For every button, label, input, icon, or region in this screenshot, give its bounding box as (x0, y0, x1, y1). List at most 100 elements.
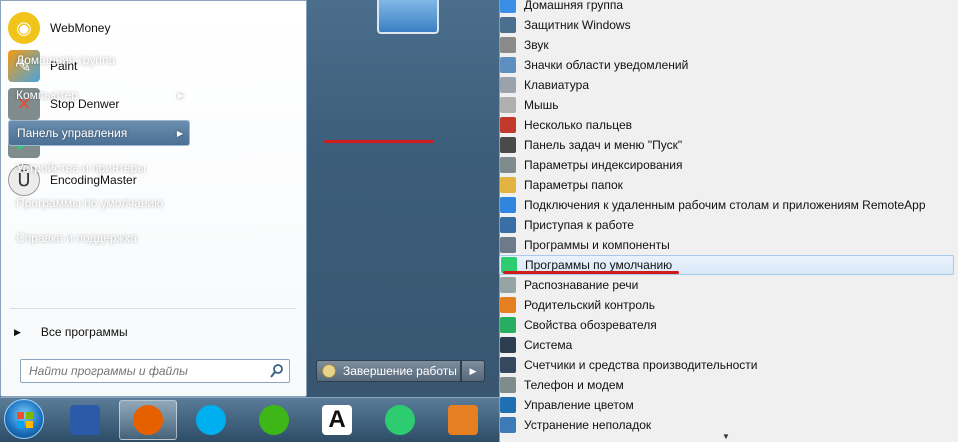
search-icon[interactable] (269, 363, 285, 379)
program-webmoney[interactable]: ◉ WebMoney (8, 10, 298, 46)
control-panel-item-icon (500, 177, 516, 193)
taskbar-button[interactable] (371, 400, 429, 440)
skype-icon (196, 405, 226, 435)
control-panel-item-icon (500, 377, 516, 393)
control-panel-item[interactable]: Система (499, 335, 954, 355)
place-label: Справка и поддержка (16, 231, 137, 245)
place-control-panel[interactable]: Панель управления ▶ (8, 120, 190, 146)
control-panel-item[interactable]: Свойства обозревателя (499, 315, 954, 335)
submenu-arrow-icon: ▶ (176, 128, 183, 138)
control-panel-item-label: Подключения к удаленным рабочим столам и… (524, 198, 926, 212)
control-panel-item-icon (500, 157, 516, 173)
control-panel-item-label: Значки области уведомлений (524, 58, 689, 72)
place-homegroup[interactable]: Домашняя группа (8, 47, 190, 73)
control-panel-item[interactable]: Параметры папок (499, 175, 954, 195)
program-label: WebMoney (50, 21, 111, 35)
shutdown-options-button[interactable]: ▶ (461, 360, 485, 382)
control-panel-item[interactable]: Звук (499, 35, 954, 55)
control-panel-item-label: Клавиатура (524, 78, 589, 92)
control-panel-item-icon (500, 97, 516, 113)
taskbar-button[interactable] (119, 400, 177, 440)
place-label: Устройства и принтеры (16, 161, 146, 175)
control-panel-item[interactable]: Приступая к работе (499, 215, 954, 235)
place-label: Программы по умолчанию (16, 196, 164, 210)
control-panel-item-icon (500, 197, 516, 213)
shield-icon (322, 364, 336, 378)
place-default-programs[interactable]: Программы по умолчанию (8, 190, 190, 216)
search-input[interactable] (20, 359, 290, 383)
icq-icon (259, 405, 289, 435)
control-panel-item-icon (500, 217, 516, 233)
control-panel-item-icon (500, 417, 516, 433)
control-panel-item-label: Параметры папок (524, 178, 623, 192)
control-panel-item-label: Параметры индексирования (524, 158, 683, 172)
windows-logo-icon (17, 412, 33, 428)
control-panel-item[interactable]: Программы и компоненты (499, 235, 954, 255)
control-panel-item[interactable]: Телефон и модем (499, 375, 954, 395)
place-label: Панель управления (17, 126, 128, 140)
taskbar-button[interactable]: A (308, 400, 366, 440)
control-panel-item[interactable]: Несколько пальцев (499, 115, 954, 135)
control-panel-item-icon (500, 277, 516, 293)
shutdown-label: Завершение работы (343, 364, 457, 378)
taskbar-button[interactable] (56, 400, 114, 440)
control-panel-item-label: Защитник Windows (524, 18, 631, 32)
control-panel-item[interactable]: Защитник Windows (499, 15, 954, 35)
taskbar-button[interactable] (434, 400, 492, 440)
start-button[interactable] (4, 399, 44, 439)
place-label: Компьютер (16, 88, 79, 102)
remote-desktop-icon (448, 405, 478, 435)
control-panel-item-icon (500, 337, 516, 353)
control-panel-item[interactable]: Панель задач и меню "Пуск" (499, 135, 954, 155)
save-disk-icon (70, 405, 100, 435)
control-panel-item-label: Управление цветом (524, 398, 634, 412)
control-panel-item-icon (500, 297, 516, 313)
place-computer[interactable]: Компьютер ▶ (8, 82, 190, 108)
submenu-arrow-icon: ▶ (177, 90, 184, 100)
font-a-icon: A (322, 405, 352, 435)
control-panel-item-icon (500, 77, 516, 93)
control-panel-item[interactable]: Счетчики и средства производительности (499, 355, 954, 375)
place-devices-printers[interactable]: Устройства и принтеры (8, 155, 190, 181)
webmoney-icon: ◉ (8, 12, 40, 44)
start-menu-places-panel (307, 0, 499, 397)
shutdown-button[interactable]: Завершение работы (316, 360, 461, 382)
control-panel-item-label: Распознавание речи (524, 278, 639, 292)
all-programs-button[interactable]: ▶ Все программы (14, 320, 294, 344)
green-app-icon (385, 405, 415, 435)
scroll-down-icon[interactable]: ▼ (722, 432, 730, 441)
control-panel-item-label: Домашняя группа (524, 0, 624, 12)
triangle-right-icon: ▶ (14, 326, 21, 337)
control-panel-item[interactable]: Управление цветом (499, 395, 954, 415)
triangle-right-icon: ▶ (469, 365, 477, 376)
red-underline-annotation (503, 271, 679, 274)
control-panel-item-label: Телефон и модем (524, 378, 624, 392)
control-panel-item-label: Счетчики и средства производительности (524, 358, 758, 372)
control-panel-item-label: Звук (524, 38, 549, 52)
control-panel-item-label: Несколько пальцев (524, 118, 632, 132)
control-panel-item[interactable]: Мышь (499, 95, 954, 115)
control-panel-item[interactable]: Распознавание речи (499, 275, 954, 295)
place-help-support[interactable]: Справка и поддержка (8, 225, 190, 251)
taskbar-button[interactable] (245, 400, 303, 440)
control-panel-item[interactable]: Значки области уведомлений (499, 55, 954, 75)
control-panel-item-icon (500, 397, 516, 413)
control-panel-item-label: Программы и компоненты (524, 238, 670, 252)
control-panel-item[interactable]: Параметры индексирования (499, 155, 954, 175)
control-panel-item-icon (500, 317, 516, 333)
control-panel-item-label: Родительский контроль (524, 298, 655, 312)
control-panel-item-label: Программы по умолчанию (525, 258, 673, 272)
control-panel-item[interactable]: Подключения к удаленным рабочим столам и… (499, 195, 954, 215)
control-panel-item-label: Свойства обозревателя (524, 318, 657, 332)
control-panel-item-label: Приступая к работе (524, 218, 634, 232)
control-panel-item-icon (500, 57, 516, 73)
control-panel-item-label: Устранение неполадок (524, 418, 652, 432)
control-panel-item-icon (500, 137, 516, 153)
control-panel-item[interactable]: Домашняя группа (499, 0, 954, 15)
control-panel-item[interactable]: Клавиатура (499, 75, 954, 95)
taskbar-button[interactable] (182, 400, 240, 440)
control-panel-item-label: Система (524, 338, 573, 352)
control-panel-item-icon (500, 117, 516, 133)
user-picture[interactable] (377, 0, 439, 34)
control-panel-item[interactable]: Родительский контроль (499, 295, 954, 315)
